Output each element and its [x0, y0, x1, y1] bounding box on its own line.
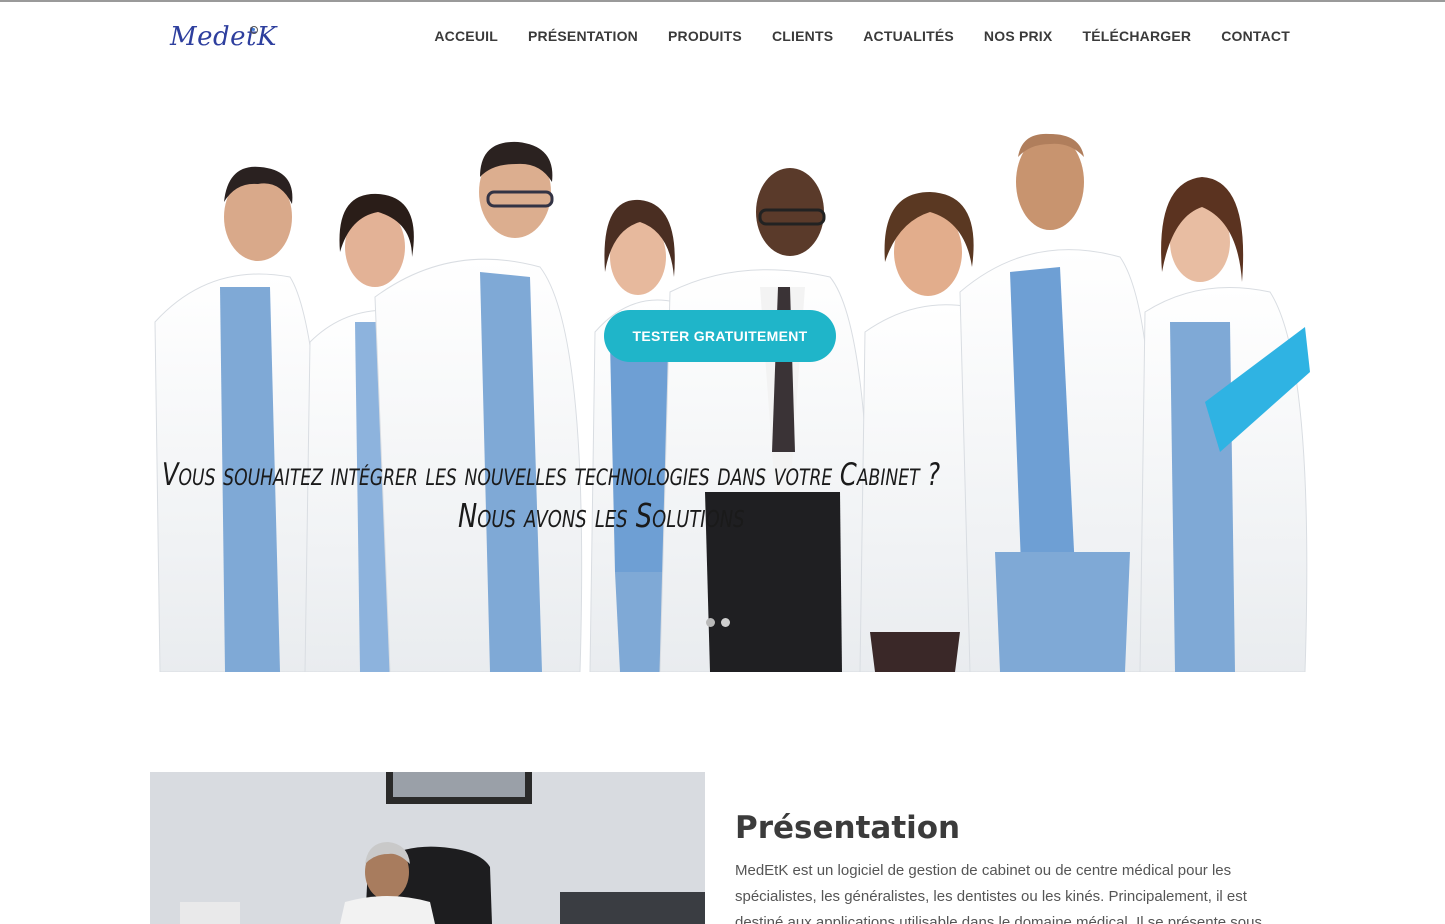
- hero-slider: TESTER GRATUITEMENT Vous souhaitez intég…: [150, 72, 1310, 672]
- nav-item-clients[interactable]: CLIENTS: [772, 28, 833, 44]
- nav-item-presentation[interactable]: PRÉSENTATION: [528, 28, 638, 44]
- doctor-figure: [154, 166, 331, 672]
- logo-text: MedetK: [170, 22, 277, 52]
- nav-item-accueil[interactable]: ACCEUIL: [434, 28, 498, 44]
- logo[interactable]: MedetK: [170, 22, 277, 62]
- logo-mark-icon: [250, 26, 258, 34]
- doctor-figure: [959, 133, 1155, 672]
- presentation-photo: [150, 772, 705, 924]
- slider-dots: [706, 618, 730, 627]
- hero-subheadline: Nous avons les Solutions: [458, 496, 745, 535]
- presentation-title: Présentation: [735, 810, 961, 846]
- main-nav: ACCEUIL PRÉSENTATION PRODUITS CLIENTS AC…: [404, 28, 1290, 44]
- slider-dot-1[interactable]: [706, 618, 715, 627]
- nav-item-produits[interactable]: PRODUITS: [668, 28, 742, 44]
- nav-item-contact[interactable]: CONTACT: [1221, 28, 1290, 44]
- hero-doctors-illustration: [154, 133, 1310, 672]
- nav-item-actualites[interactable]: ACTUALITÉS: [863, 28, 954, 44]
- nav-item-telecharger[interactable]: TÉLÉCHARGER: [1082, 28, 1191, 44]
- doctor-figure: [659, 168, 871, 672]
- presentation-section: Présentation MedEtK est un logiciel de g…: [735, 810, 1295, 924]
- tester-gratuitement-button[interactable]: TESTER GRATUITEMENT: [604, 310, 836, 362]
- office-photo-illustration: [150, 772, 705, 924]
- nav-item-nos-prix[interactable]: NOS PRIX: [984, 28, 1053, 44]
- site-header: MedetK ACCEUIL PRÉSENTATION PRODUITS CLI…: [0, 2, 1445, 72]
- hero-headline: Vous souhaitez intégrer les nouvelles te…: [162, 457, 941, 493]
- presentation-body: MedEtK est un logiciel de gestion de cab…: [735, 862, 1262, 924]
- slider-dot-2[interactable]: [721, 618, 730, 627]
- doctor-figure: [1139, 177, 1310, 672]
